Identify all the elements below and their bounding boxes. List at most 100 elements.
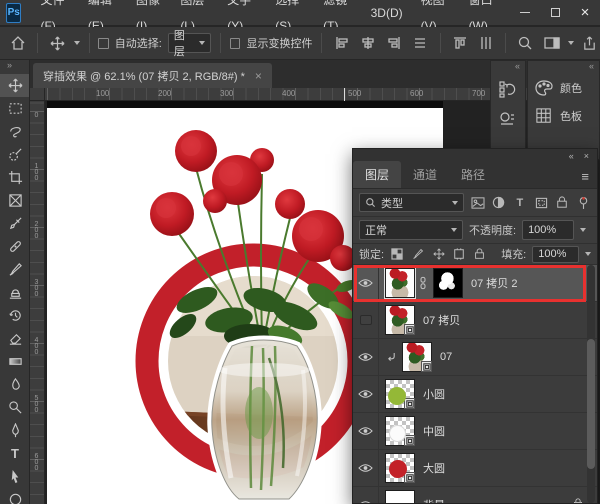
tool-gradient[interactable] [0,350,30,373]
move-tool-preset-icon[interactable] [47,32,67,54]
distribute-icon[interactable] [410,32,430,54]
lock-position-icon[interactable] [431,248,446,260]
layer-row-07-copy-2[interactable]: 07 拷贝 2 [353,265,597,302]
tool-rectangular-marquee[interactable] [0,97,30,120]
tool-dodge[interactable] [0,396,30,419]
lock-all-icon[interactable] [473,248,488,260]
layer-thumbnail[interactable] [385,379,415,409]
toolbar-collapse-icon[interactable]: » [0,60,29,74]
lock-transparent-icon[interactable] [390,248,405,260]
blend-mode-dropdown[interactable]: 正常 [359,220,463,240]
filter-adjustment-layers-icon[interactable] [491,196,506,209]
filter-shape-layers-icon[interactable] [533,197,548,209]
visibility-toggle[interactable] [353,302,379,339]
preset-chevron-icon[interactable] [74,41,80,45]
layers-scrollbar-thumb[interactable] [587,339,595,469]
tool-spot-healing[interactable] [0,235,30,258]
tool-lasso[interactable] [0,120,30,143]
distribute-vertical-icon[interactable] [476,32,496,54]
panel-menu-icon[interactable]: ≡ [581,169,589,184]
layer-thumbnail[interactable] [385,490,415,503]
eye-icon [358,278,373,288]
tool-eraser[interactable] [0,327,30,350]
filter-pixel-layers-icon[interactable] [470,197,485,209]
auto-select-target-dropdown[interactable]: 图层 [168,33,211,53]
align-left-icon[interactable] [331,32,351,54]
filter-kind-dropdown[interactable]: 类型 [359,193,464,212]
tool-smudge[interactable] [0,373,30,396]
visibility-toggle[interactable] [353,265,379,302]
color-panel-button[interactable]: 颜色 [528,74,599,102]
layer-row-middle-circle[interactable]: 中圆 [353,413,597,450]
panel-collapse-icon[interactable]: « [569,151,574,161]
lock-artboard-icon[interactable] [452,248,467,260]
opacity-dropdown[interactable]: 100% [522,220,574,240]
dock-collapse-icon[interactable]: « [528,61,599,74]
tool-frame[interactable] [0,189,30,212]
tool-ellipse-shape[interactable] [0,488,30,504]
layer-thumbnail[interactable] [385,268,415,298]
history-panel-button[interactable] [491,74,525,104]
tab-channels[interactable]: 通道 [401,161,449,188]
layer-thumbnail[interactable] [385,305,415,335]
tool-brush[interactable] [0,258,30,281]
layer-filter-row: 类型 T [353,189,597,217]
swatches-panel-button[interactable]: 色板 [528,102,599,130]
layer-row-07-copy[interactable]: 07 拷贝 [353,302,597,339]
lock-pixels-icon[interactable] [411,248,426,260]
layer-name: 07 拷贝 [423,312,460,328]
show-transform-checkbox[interactable] [230,38,240,49]
fill-chevron-icon[interactable] [585,252,591,256]
layer-thumbnail[interactable] [385,416,415,446]
layer-row-07[interactable]: 07 [353,339,597,376]
search-icon[interactable] [515,32,535,54]
filter-type-layers-icon[interactable]: T [512,197,527,209]
menu-3d[interactable]: 3D(D) [362,0,412,26]
visibility-toggle[interactable] [353,339,379,376]
tool-pen[interactable] [0,419,30,442]
panel-close-icon[interactable]: × [584,151,589,161]
home-icon[interactable] [8,32,28,54]
fill-dropdown[interactable]: 100% [532,246,579,263]
tab-close-icon[interactable]: × [255,69,262,83]
filter-switch-icon[interactable] [576,196,591,210]
visibility-toggle[interactable] [353,487,379,504]
tool-eyedropper[interactable] [0,212,30,235]
vertical-ruler[interactable]: 0 100 200 300 400 500 600 [30,101,45,504]
workspace-icon[interactable] [541,32,561,54]
filter-smart-object-icon[interactable] [555,196,570,209]
close-button[interactable]: × [570,0,600,26]
layer-row-small-circle[interactable]: 小圆 [353,376,597,413]
auto-select-checkbox[interactable] [98,38,108,49]
tool-type[interactable]: T [0,442,30,465]
layer-mask-thumbnail[interactable] [433,268,463,298]
visibility-toggle[interactable] [353,450,379,487]
tool-history-brush[interactable] [0,304,30,327]
document-tab[interactable]: 穿插效果 @ 62.1% (07 拷贝 2, RGB/8#) * × [33,63,272,88]
layer-row-big-circle[interactable]: 大圆 [353,450,597,487]
dock-collapse-icon[interactable]: « [491,61,525,74]
visibility-toggle[interactable] [353,413,379,450]
layer-row-background[interactable]: 背景 [353,487,597,503]
visibility-toggle[interactable] [353,376,379,413]
minimize-button[interactable] [510,0,540,26]
tool-path-selection[interactable] [0,465,30,488]
tab-paths[interactable]: 路径 [449,161,497,188]
share-icon[interactable] [580,32,600,54]
workspace-chevron-icon[interactable] [568,41,574,45]
mask-link-icon[interactable] [419,276,427,290]
tool-quick-selection[interactable] [0,143,30,166]
tool-move[interactable] [0,74,30,97]
align-top-icon[interactable] [450,32,470,54]
layers-panel: « × 图层 通道 路径 ≡ 类型 T 正常 不透明度: 100% [352,148,598,504]
layer-thumbnail[interactable] [385,453,415,483]
align-center-icon[interactable] [358,32,378,54]
tool-clone-stamp[interactable] [0,281,30,304]
tab-layers[interactable]: 图层 [353,161,401,188]
tool-crop[interactable] [0,166,30,189]
opacity-chevron-icon[interactable] [580,228,586,232]
maximize-button[interactable] [540,0,570,26]
layer-thumbnail[interactable] [402,342,432,372]
align-right-icon[interactable] [384,32,404,54]
properties-panel-button[interactable] [491,104,525,134]
